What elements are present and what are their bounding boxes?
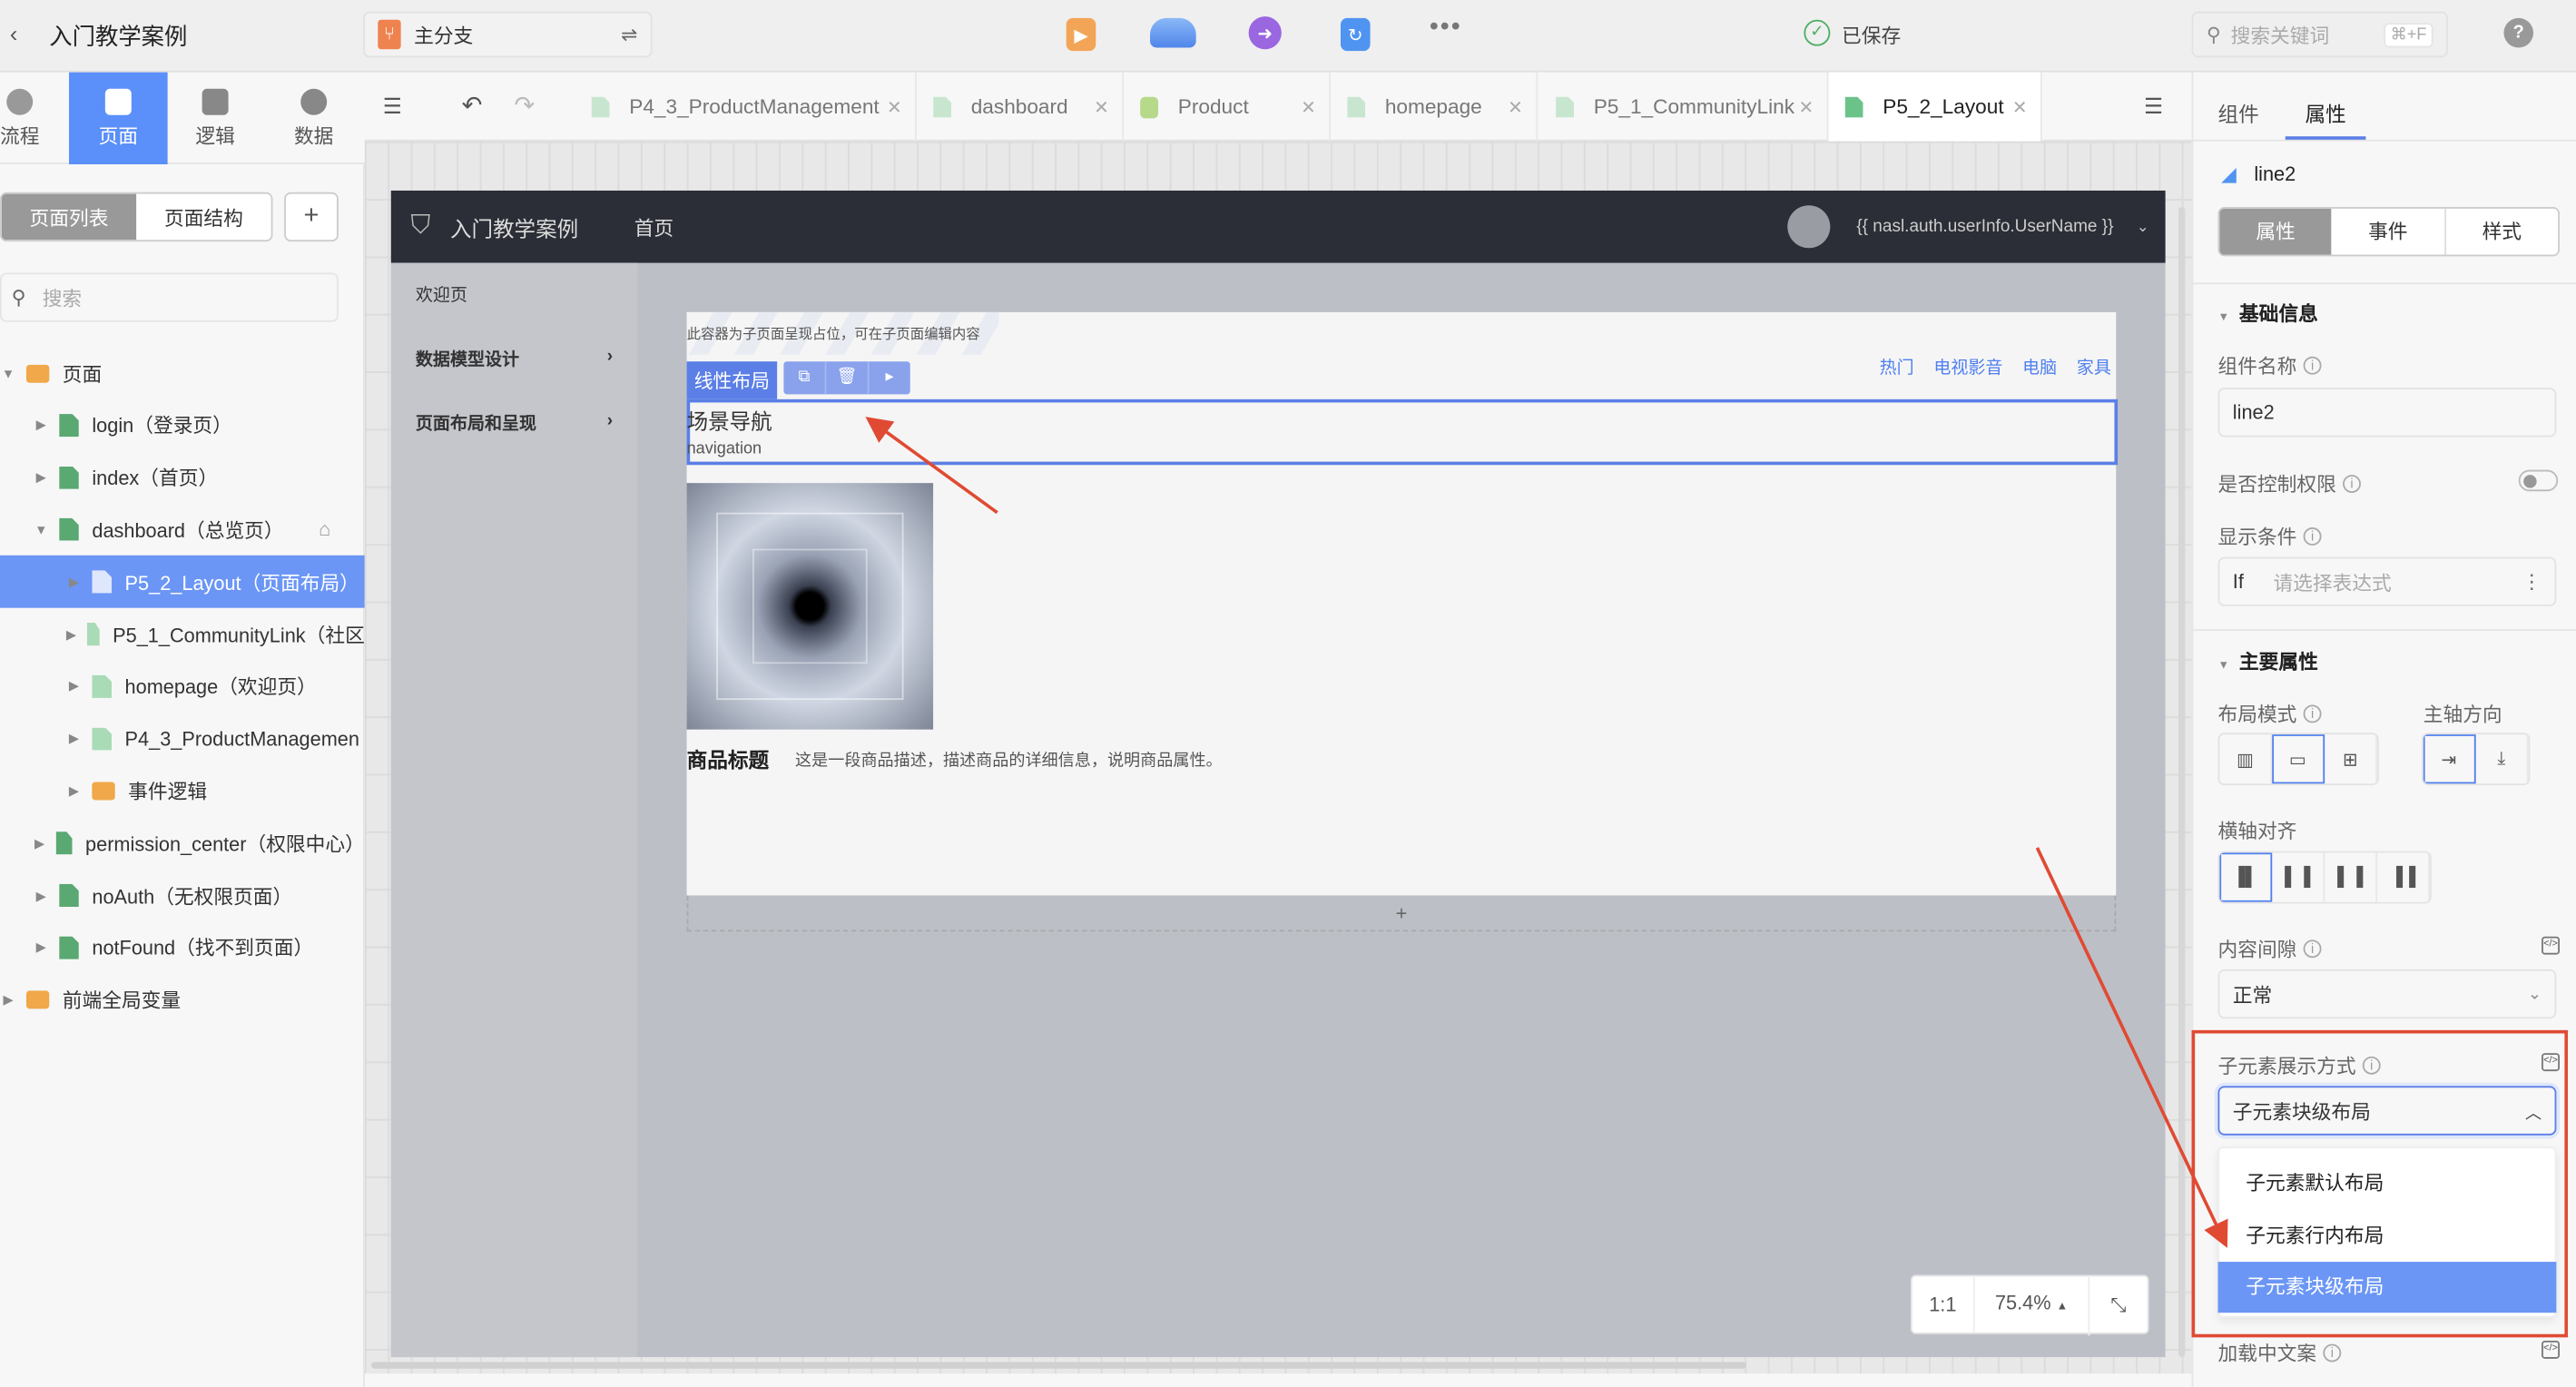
annotation-overlay: [865, 417, 2569, 1338]
annotation-arrow: [865, 417, 998, 515]
annotation-arrow: [2035, 847, 2228, 1248]
annotation-box: [2191, 1029, 2569, 1338]
app-root: ‹ 入门教学案例 ⑂ 主分支 ⇌ ▶ ➜ ↻ ••• ✓ 已保存 ⚲ 搜索关键词…: [0, 0, 2576, 1387]
